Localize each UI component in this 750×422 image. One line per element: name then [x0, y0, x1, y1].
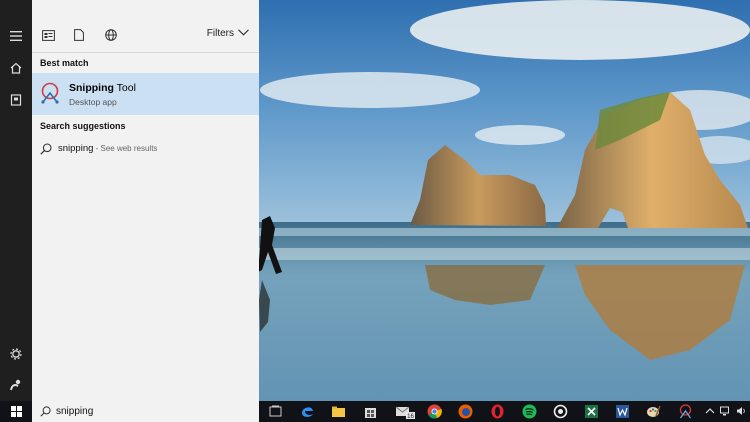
suggestion-text: snipping - See web results [58, 143, 157, 154]
excel-icon[interactable] [584, 404, 599, 419]
hamburger-icon[interactable] [0, 21, 32, 51]
filters-dropdown[interactable]: Filters [207, 28, 249, 39]
windows-logo-icon [10, 406, 22, 417]
search-suggestions-heading: Search suggestions [40, 121, 126, 131]
suggestion-item[interactable]: snipping - See web results [32, 138, 259, 160]
suggestion-query: snipping [58, 143, 94, 154]
paint-icon[interactable] [646, 404, 661, 419]
chrome-icon[interactable] [427, 404, 442, 419]
best-match-heading: Best match [40, 58, 89, 68]
mail-badge: 16 [407, 414, 414, 419]
filters-label: Filters [206, 28, 234, 39]
spotify-icon[interactable] [522, 404, 537, 419]
suggestion-hint: - See web results [93, 144, 158, 153]
search-scope-toolbar: Filters [32, 18, 259, 53]
search-input[interactable] [56, 402, 246, 420]
app-name: Snipping Tool [69, 82, 136, 94]
task-view-icon[interactable] [268, 404, 283, 419]
app-name-match: Snipping [69, 82, 114, 94]
steam-icon[interactable] [553, 404, 568, 419]
feedback-icon[interactable] [0, 370, 32, 400]
apps-icon[interactable] [40, 27, 56, 43]
start-rail [0, 0, 32, 401]
app-name-rest: Tool [113, 82, 136, 94]
file-explorer-icon[interactable] [331, 404, 346, 419]
search-panel: Filters Best match Snipping Tool Desktop… [32, 0, 259, 401]
taskbar: 16 [0, 401, 750, 422]
best-match-result[interactable]: Snipping Tool Desktop app [32, 73, 259, 115]
snipping-tool-icon[interactable] [678, 404, 693, 419]
taskbar-search-box[interactable] [32, 401, 259, 422]
snipping-tool-icon [41, 82, 59, 104]
opera-icon[interactable] [490, 404, 505, 419]
word-icon[interactable] [615, 404, 630, 419]
settings-icon[interactable] [0, 339, 32, 369]
network-icon[interactable] [720, 406, 731, 416]
edge-icon[interactable] [300, 404, 315, 419]
chevron-down-icon [238, 28, 249, 39]
start-button[interactable] [0, 401, 32, 422]
home-icon[interactable] [0, 53, 32, 83]
documents-icon[interactable] [71, 27, 87, 43]
mail-icon[interactable]: 16 [395, 404, 415, 419]
notebook-icon[interactable] [0, 85, 32, 115]
web-icon[interactable] [103, 27, 119, 43]
app-type: Desktop app [69, 97, 117, 107]
chevron-up-icon[interactable] [705, 406, 715, 416]
search-icon [40, 143, 52, 155]
firefox-icon[interactable] [458, 404, 473, 419]
store-icon[interactable] [363, 404, 378, 419]
volume-icon[interactable] [736, 406, 746, 416]
search-icon [40, 406, 51, 417]
